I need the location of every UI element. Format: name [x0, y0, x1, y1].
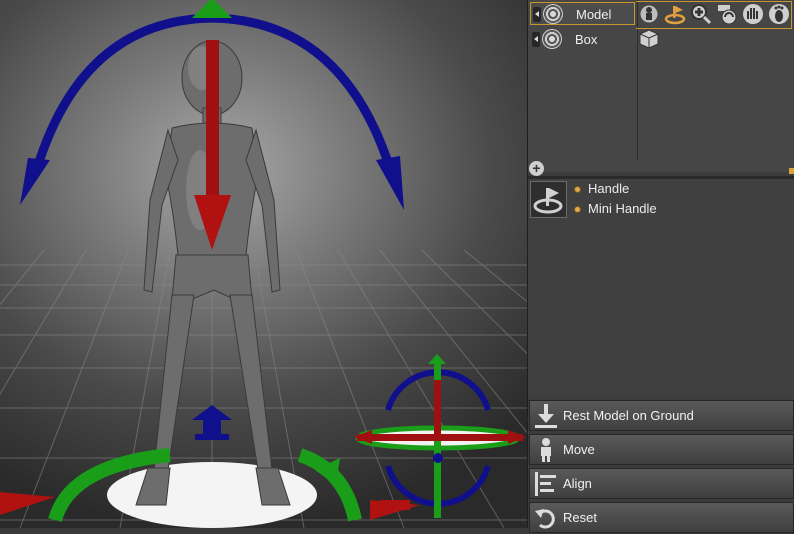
move-button[interactable]: Move — [529, 434, 794, 465]
move-icon — [533, 437, 559, 463]
align-button[interactable]: Align — [529, 468, 794, 499]
expand-arrow-icon[interactable] — [533, 7, 541, 22]
zoom-tool-icon[interactable] — [688, 2, 713, 26]
radio-icon[interactable] — [574, 186, 581, 193]
foot-icon[interactable] — [766, 2, 791, 26]
model-tools — [636, 1, 792, 29]
box-tools — [636, 27, 661, 53]
object-label: Model — [576, 7, 612, 22]
visibility-icon[interactable] — [543, 4, 563, 24]
handle-options: Handle Mini Handle — [528, 179, 794, 397]
handle-preview-icon[interactable] — [530, 181, 567, 218]
reset-button[interactable]: Reset — [529, 502, 794, 533]
object-row-header[interactable]: Model — [530, 2, 635, 25]
expand-arrow-icon[interactable] — [532, 32, 540, 47]
visibility-icon[interactable] — [542, 29, 562, 49]
cube-icon[interactable] — [636, 27, 661, 51]
align-label: Align — [563, 476, 592, 491]
radio-icon[interactable] — [574, 206, 581, 213]
reset-label: Reset — [563, 510, 597, 525]
handle-option-label: Handle — [588, 181, 630, 196]
mini-handle-gizmo[interactable] — [354, 354, 526, 518]
person-gizmo-icon[interactable] — [636, 2, 661, 26]
rotate-view-icon[interactable] — [714, 2, 739, 26]
properties-panel: Model Box + Handle Mini Handle Rest Mode… — [527, 0, 794, 533]
handle-tool-icon[interactable] — [662, 2, 687, 26]
reset-icon — [533, 505, 559, 531]
align-icon — [533, 471, 559, 497]
up-arrow[interactable] — [192, 405, 232, 440]
move-label: Move — [563, 442, 595, 457]
mini-handle-option-label: Mini Handle — [588, 201, 657, 216]
hand-icon[interactable] — [740, 2, 765, 26]
add-object-icon[interactable]: + — [529, 161, 544, 176]
rest-on-ground-button[interactable]: Rest Model on Ground — [529, 400, 794, 431]
rest-on-ground-icon — [533, 403, 559, 429]
rest-on-ground-label: Rest Model on Ground — [563, 408, 694, 423]
object-row-model[interactable]: Model — [528, 1, 794, 29]
object-row-box[interactable]: Box — [528, 27, 794, 52]
resize-handle[interactable] — [789, 168, 794, 174]
object-row-header[interactable]: Box — [530, 28, 635, 51]
3d-viewport[interactable] — [0, 0, 527, 528]
object-label: Box — [575, 32, 598, 47]
scene-object-list: Model Box + — [528, 0, 794, 176]
